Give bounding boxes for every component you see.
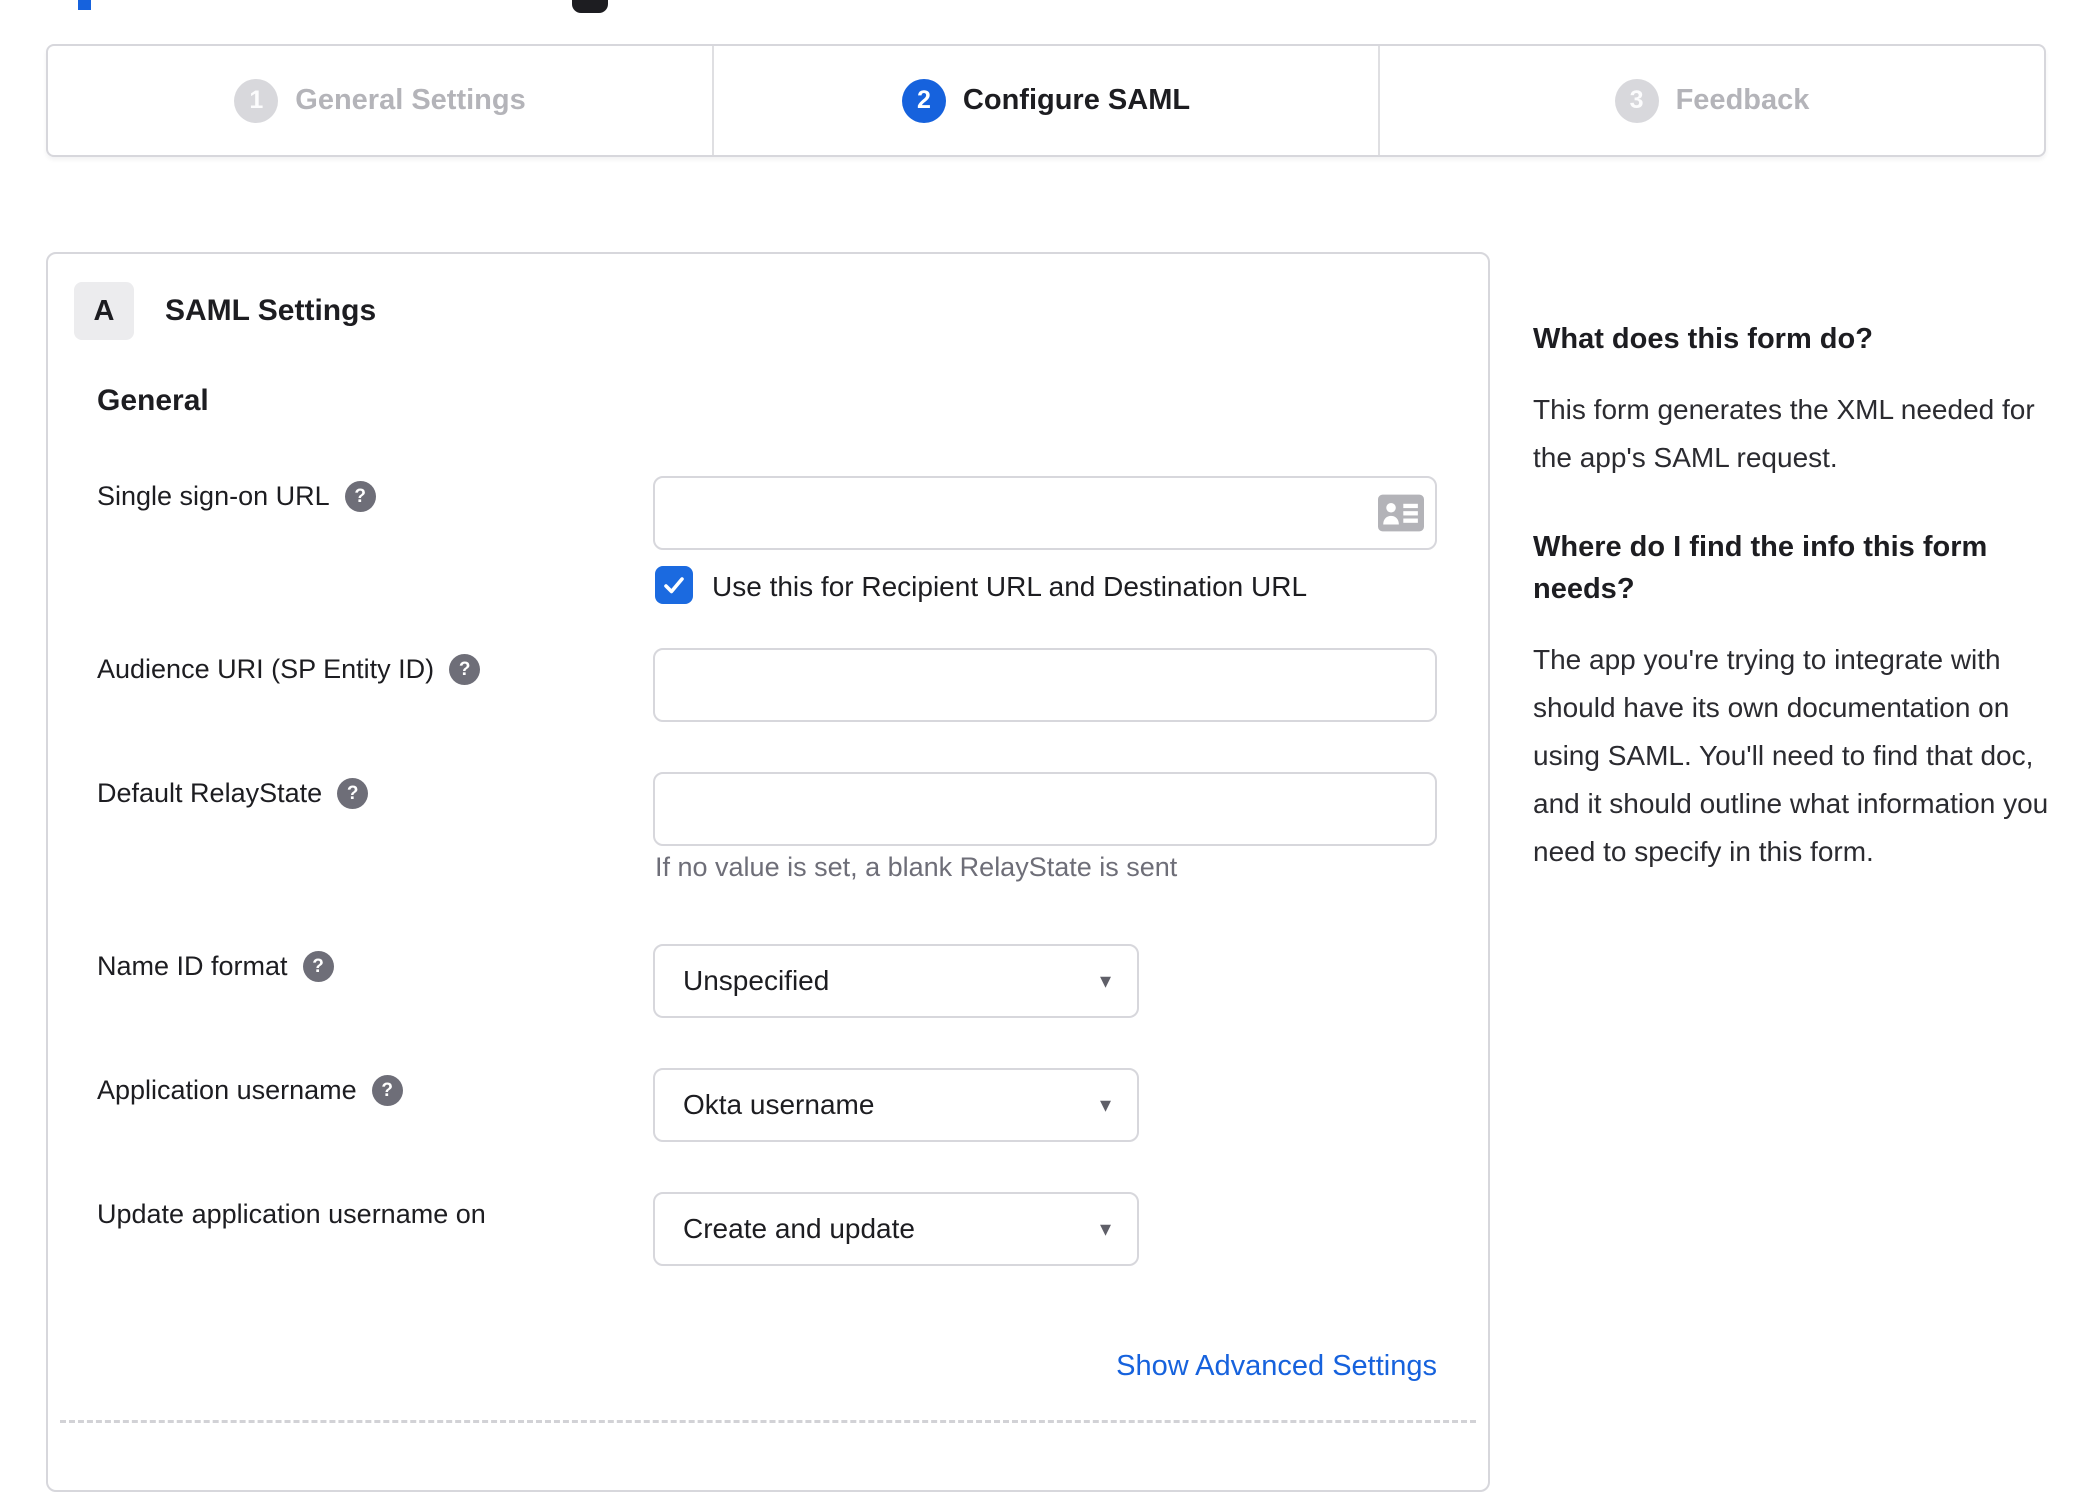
contact-card-icon[interactable] bbox=[1378, 494, 1424, 532]
relay-state-label: Default RelayState ? bbox=[97, 778, 369, 809]
application-username-label: Application username ? bbox=[97, 1075, 403, 1106]
help-icon[interactable]: ? bbox=[371, 1075, 403, 1106]
help-paragraph-form-purpose: This form generates the XML needed for t… bbox=[1533, 394, 2035, 473]
cropped-header-fragment bbox=[78, 0, 91, 10]
step-label: General Settings bbox=[295, 84, 526, 116]
section-divider bbox=[60, 1420, 1476, 1423]
section-a-badge: A bbox=[74, 282, 134, 340]
update-username-label-text: Update application username on bbox=[97, 1199, 486, 1229]
step-label: Feedback bbox=[1675, 84, 1810, 116]
relay-state-hint: If no value is set, a blank RelayState i… bbox=[655, 852, 1178, 882]
relay-state-input[interactable] bbox=[653, 772, 1437, 846]
step-configure-saml[interactable]: 2 Configure SAML bbox=[712, 46, 1378, 155]
help-icon[interactable]: ? bbox=[344, 481, 376, 512]
audience-uri-input[interactable] bbox=[653, 648, 1437, 722]
recipient-url-checkbox[interactable] bbox=[655, 566, 693, 604]
audience-uri-label: Audience URI (SP Entity ID) ? bbox=[97, 654, 481, 685]
help-heading-find-info: Where do I find the info this form needs… bbox=[1533, 531, 1988, 605]
chevron-down-icon: ▾ bbox=[1099, 1216, 1111, 1241]
wizard-stepper: 1 General Settings 2 Configure SAML 3 Fe… bbox=[46, 44, 2046, 157]
general-section-title: General bbox=[97, 384, 209, 417]
name-id-format-value: Unspecified bbox=[683, 965, 830, 996]
relay-state-label-text: Default RelayState bbox=[97, 778, 323, 808]
chevron-down-icon: ▾ bbox=[1099, 1092, 1111, 1117]
sso-url-label: Single sign-on URL ? bbox=[97, 481, 376, 512]
step-general-settings[interactable]: 1 General Settings bbox=[48, 46, 712, 155]
step-number-badge: 3 bbox=[1614, 78, 1659, 123]
cropped-logo-fragment bbox=[572, 0, 608, 13]
help-heading-form-purpose: What does this form do? bbox=[1533, 323, 1873, 355]
application-username-value: Okta username bbox=[683, 1089, 875, 1120]
check-icon bbox=[664, 577, 684, 594]
name-id-format-select[interactable]: Unspecified ▾ bbox=[653, 944, 1139, 1018]
audience-uri-label-text: Audience URI (SP Entity ID) bbox=[97, 654, 435, 684]
step-label: Configure SAML bbox=[962, 84, 1191, 116]
sso-url-input[interactable] bbox=[653, 476, 1437, 550]
show-advanced-settings-link[interactable]: Show Advanced Settings bbox=[1116, 1350, 1437, 1382]
application-username-select[interactable]: Okta username ▾ bbox=[653, 1068, 1139, 1142]
help-icon[interactable]: ? bbox=[449, 654, 481, 685]
advanced-settings-row: Show Advanced Settings bbox=[653, 1350, 1437, 1383]
help-icon[interactable]: ? bbox=[302, 951, 334, 982]
sso-url-label-text: Single sign-on URL bbox=[97, 481, 330, 511]
update-username-select[interactable]: Create and update ▾ bbox=[653, 1192, 1139, 1266]
panel-title: SAML Settings bbox=[165, 294, 377, 327]
recipient-url-checkbox-label[interactable]: Use this for Recipient URL and Destinati… bbox=[712, 571, 1307, 603]
chevron-down-icon: ▾ bbox=[1099, 968, 1111, 993]
help-icon[interactable]: ? bbox=[337, 778, 369, 809]
step-number-badge: 1 bbox=[234, 78, 279, 123]
help-sidebar: What does this form do? This form genera… bbox=[1533, 318, 2049, 920]
update-username-value: Create and update bbox=[683, 1213, 915, 1244]
name-id-format-label: Name ID format ? bbox=[97, 951, 334, 982]
step-feedback[interactable]: 3 Feedback bbox=[1378, 46, 2044, 155]
step-number-badge: 2 bbox=[901, 78, 946, 123]
name-id-format-label-text: Name ID format bbox=[97, 951, 288, 981]
update-username-label: Update application username on bbox=[97, 1199, 486, 1230]
help-paragraph-find-info: The app you're trying to integrate with … bbox=[1533, 644, 2049, 867]
saml-settings-panel: A SAML Settings General Single sign-on U… bbox=[46, 252, 1490, 1492]
application-username-label-text: Application username bbox=[97, 1075, 357, 1105]
